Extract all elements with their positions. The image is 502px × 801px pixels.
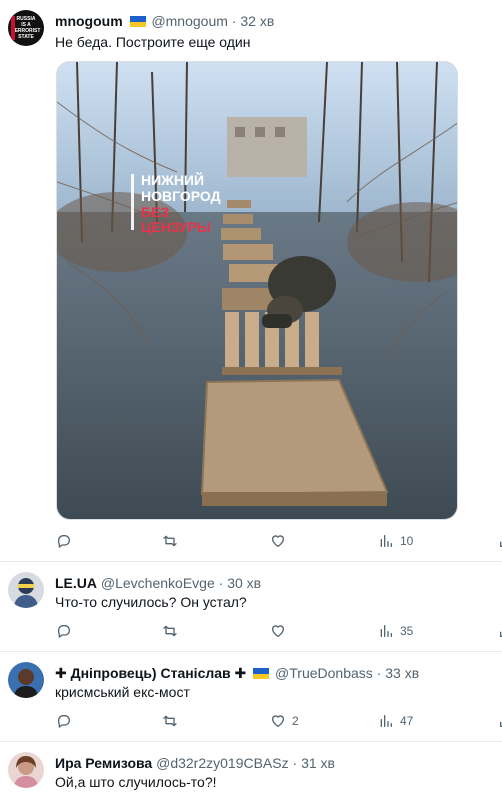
views-button[interactable]: 10	[378, 531, 413, 551]
tweet-header: Ира Ремизова @d32r2zy019CBASz · 31 хв	[55, 754, 335, 772]
ukraine-flag-icon	[129, 16, 146, 27]
watermark-line-4: ЦЕНЗУРЫ	[141, 219, 211, 235]
like-button[interactable]	[270, 531, 292, 551]
ukraine-flag-icon	[253, 668, 270, 679]
separator: ·	[231, 13, 237, 29]
views-count: 35	[400, 624, 414, 638]
tweet-header: LE.UA @LevchenkoEvge · 30 хв	[55, 574, 261, 592]
display-name[interactable]: LE.UA	[55, 575, 97, 591]
flooded-pallet-path-photo: НИЖНИЙ НОВГОРОД БЕЗ ЦЕНЗУРЫ	[57, 62, 457, 519]
heart-icon	[272, 625, 284, 637]
heart-icon	[272, 535, 284, 547]
timestamp[interactable]: 32 хв	[240, 13, 274, 29]
avatar[interactable]	[8, 572, 44, 608]
separator: ·	[292, 755, 298, 771]
tweet-1[interactable]: RUSSIA IS A TERRORIST STATE mnogoum @mno…	[0, 0, 502, 561]
tweet-text: крисмський екс-мост	[55, 684, 190, 700]
share-icon	[500, 718, 502, 727]
display-name[interactable]: ✚ Дніпровець) Станіслав ✚	[55, 665, 246, 681]
timestamp[interactable]: 31 хв	[301, 755, 335, 771]
reply-button[interactable]	[56, 531, 78, 551]
retweet-icon	[163, 535, 177, 547]
tweet-text: Не беда. Построите еще один	[55, 34, 251, 50]
username[interactable]: @LevchenkoEvge	[101, 575, 215, 591]
retweet-button[interactable]	[162, 711, 184, 731]
views-button[interactable]: 47	[378, 711, 413, 731]
retweet-icon	[163, 715, 177, 727]
tweet-media[interactable]: НИЖНИЙ НОВГОРОД БЕЗ ЦЕНЗУРЫ	[56, 61, 458, 520]
reply-button[interactable]	[56, 711, 78, 731]
retweet-button[interactable]	[162, 621, 184, 641]
tweet-header: ✚ Дніпровець) Станіслав ✚ @TrueDonbass ·…	[55, 664, 419, 682]
timestamp[interactable]: 33 хв	[385, 665, 419, 681]
reply-icon	[58, 715, 70, 728]
views-count: 47	[400, 714, 414, 728]
views-icon	[380, 715, 392, 727]
display-name[interactable]: mnogoum	[55, 13, 123, 29]
tweet-actions: 10	[55, 531, 502, 551]
avatar-image	[8, 662, 44, 698]
views-icon	[380, 535, 392, 547]
tweet-4[interactable]: Ира Ремизова @d32r2zy019CBASz · 31 хв Ой…	[0, 742, 502, 801]
watermark-line-1: НИЖНИЙ	[141, 171, 204, 188]
like-count: 2	[292, 714, 299, 728]
tweet-actions: 35	[55, 621, 502, 641]
avatar[interactable]	[8, 752, 44, 788]
share-button[interactable]	[498, 711, 502, 731]
like-button[interactable]	[270, 621, 292, 641]
separator: ·	[376, 665, 382, 681]
reply-icon	[58, 625, 70, 638]
retweet-icon	[163, 625, 177, 637]
reply-button[interactable]	[56, 621, 78, 641]
like-button[interactable]: 2	[270, 711, 299, 731]
separator: ·	[218, 575, 224, 591]
tweet-3[interactable]: ✚ Дніпровець) Станіслав ✚ @TrueDonbass ·…	[0, 652, 502, 741]
username[interactable]: @TrueDonbass	[275, 665, 373, 681]
share-icon	[500, 628, 502, 637]
tweet-text: Ой,а што случилось-то?!	[55, 774, 217, 790]
retweet-button[interactable]	[162, 531, 184, 551]
avatar[interactable]	[8, 662, 44, 698]
avatar-image: RUSSIA IS A TERRORIST STATE	[8, 10, 44, 46]
display-name[interactable]: Ира Ремизова	[55, 755, 152, 771]
avatar-image	[8, 752, 44, 788]
share-icon	[500, 538, 502, 547]
username[interactable]: @d32r2zy019CBASz	[156, 755, 289, 771]
watermark-line-2: НОВГОРОД	[141, 188, 221, 204]
watermark-line-3: БЕЗ	[141, 204, 169, 220]
share-button[interactable]	[498, 531, 502, 551]
tweet-2[interactable]: LE.UA @LevchenkoEvge · 30 хв Что-то случ…	[0, 562, 502, 651]
views-button[interactable]: 35	[378, 621, 413, 641]
timestamp[interactable]: 30 хв	[227, 575, 261, 591]
tweet-text: Что-то случилось? Он устал?	[55, 594, 247, 610]
heart-icon	[272, 715, 284, 727]
tweet-actions: 2 47	[55, 711, 502, 731]
tweet-header: mnogoum @mnogoum · 32 хв	[55, 12, 274, 30]
share-button[interactable]	[498, 621, 502, 641]
views-count: 10	[400, 534, 414, 548]
avatar-text-4: STATE	[18, 34, 34, 40]
avatar[interactable]: RUSSIA IS A TERRORIST STATE	[8, 10, 44, 46]
avatar-image	[8, 572, 44, 608]
views-icon	[380, 625, 392, 637]
reply-icon	[58, 535, 70, 548]
username[interactable]: @mnogoum	[151, 13, 227, 29]
